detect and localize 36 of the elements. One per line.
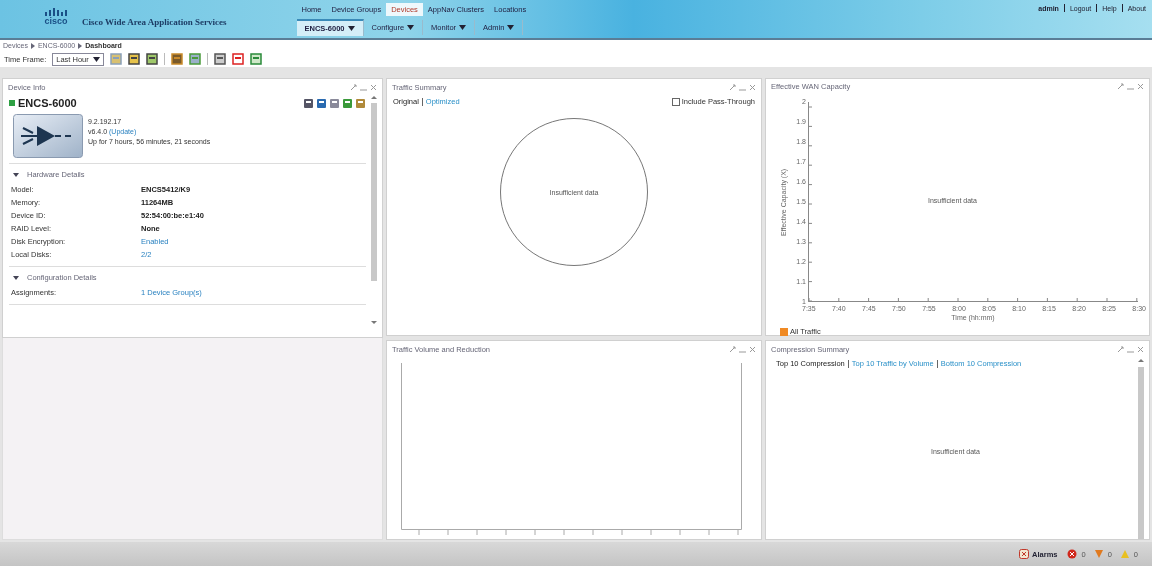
product-title: Cisco Wide Area Application Services [82, 17, 227, 27]
edit-icon[interactable] [729, 83, 736, 91]
device-name: ENCS-6000 [18, 97, 77, 109]
chevron-icon [30, 42, 35, 49]
edit-icon[interactable] [350, 83, 357, 91]
collapse-icon[interactable] [13, 274, 19, 281]
edit-icon[interactable] [1117, 83, 1124, 90]
critical-alarm-icon [1067, 549, 1078, 559]
major-alarm-icon [1093, 549, 1104, 559]
scrollbar[interactable] [1137, 357, 1145, 539]
caret-icon [459, 25, 467, 30]
caret-icon [347, 26, 355, 31]
separator-icon [1121, 4, 1123, 12]
caret-icon [92, 56, 100, 62]
chevron-icon [78, 42, 83, 49]
edit-icon[interactable] [1117, 345, 1124, 353]
separator-icon [936, 359, 938, 368]
close-icon[interactable] [1137, 83, 1144, 90]
logo-bars-icon [44, 8, 68, 16]
collapse-icon[interactable] [13, 171, 19, 178]
minor-alarm-icon [1119, 549, 1130, 559]
close-icon[interactable] [370, 83, 377, 91]
separator-icon [847, 359, 849, 368]
logo-text: cisco [44, 16, 68, 26]
caret-icon [407, 25, 415, 30]
close-icon[interactable] [749, 345, 756, 353]
close-icon[interactable] [749, 83, 756, 91]
edit-icon[interactable] [729, 345, 736, 353]
close-icon[interactable] [1137, 345, 1144, 353]
caret-icon [507, 25, 515, 30]
alarm-icon [1019, 549, 1030, 559]
separator-icon [421, 97, 423, 106]
separator-icon [1063, 4, 1065, 12]
scrollbar[interactable] [370, 95, 378, 325]
separator-icon [1096, 4, 1098, 12]
router-icon [13, 114, 83, 158]
